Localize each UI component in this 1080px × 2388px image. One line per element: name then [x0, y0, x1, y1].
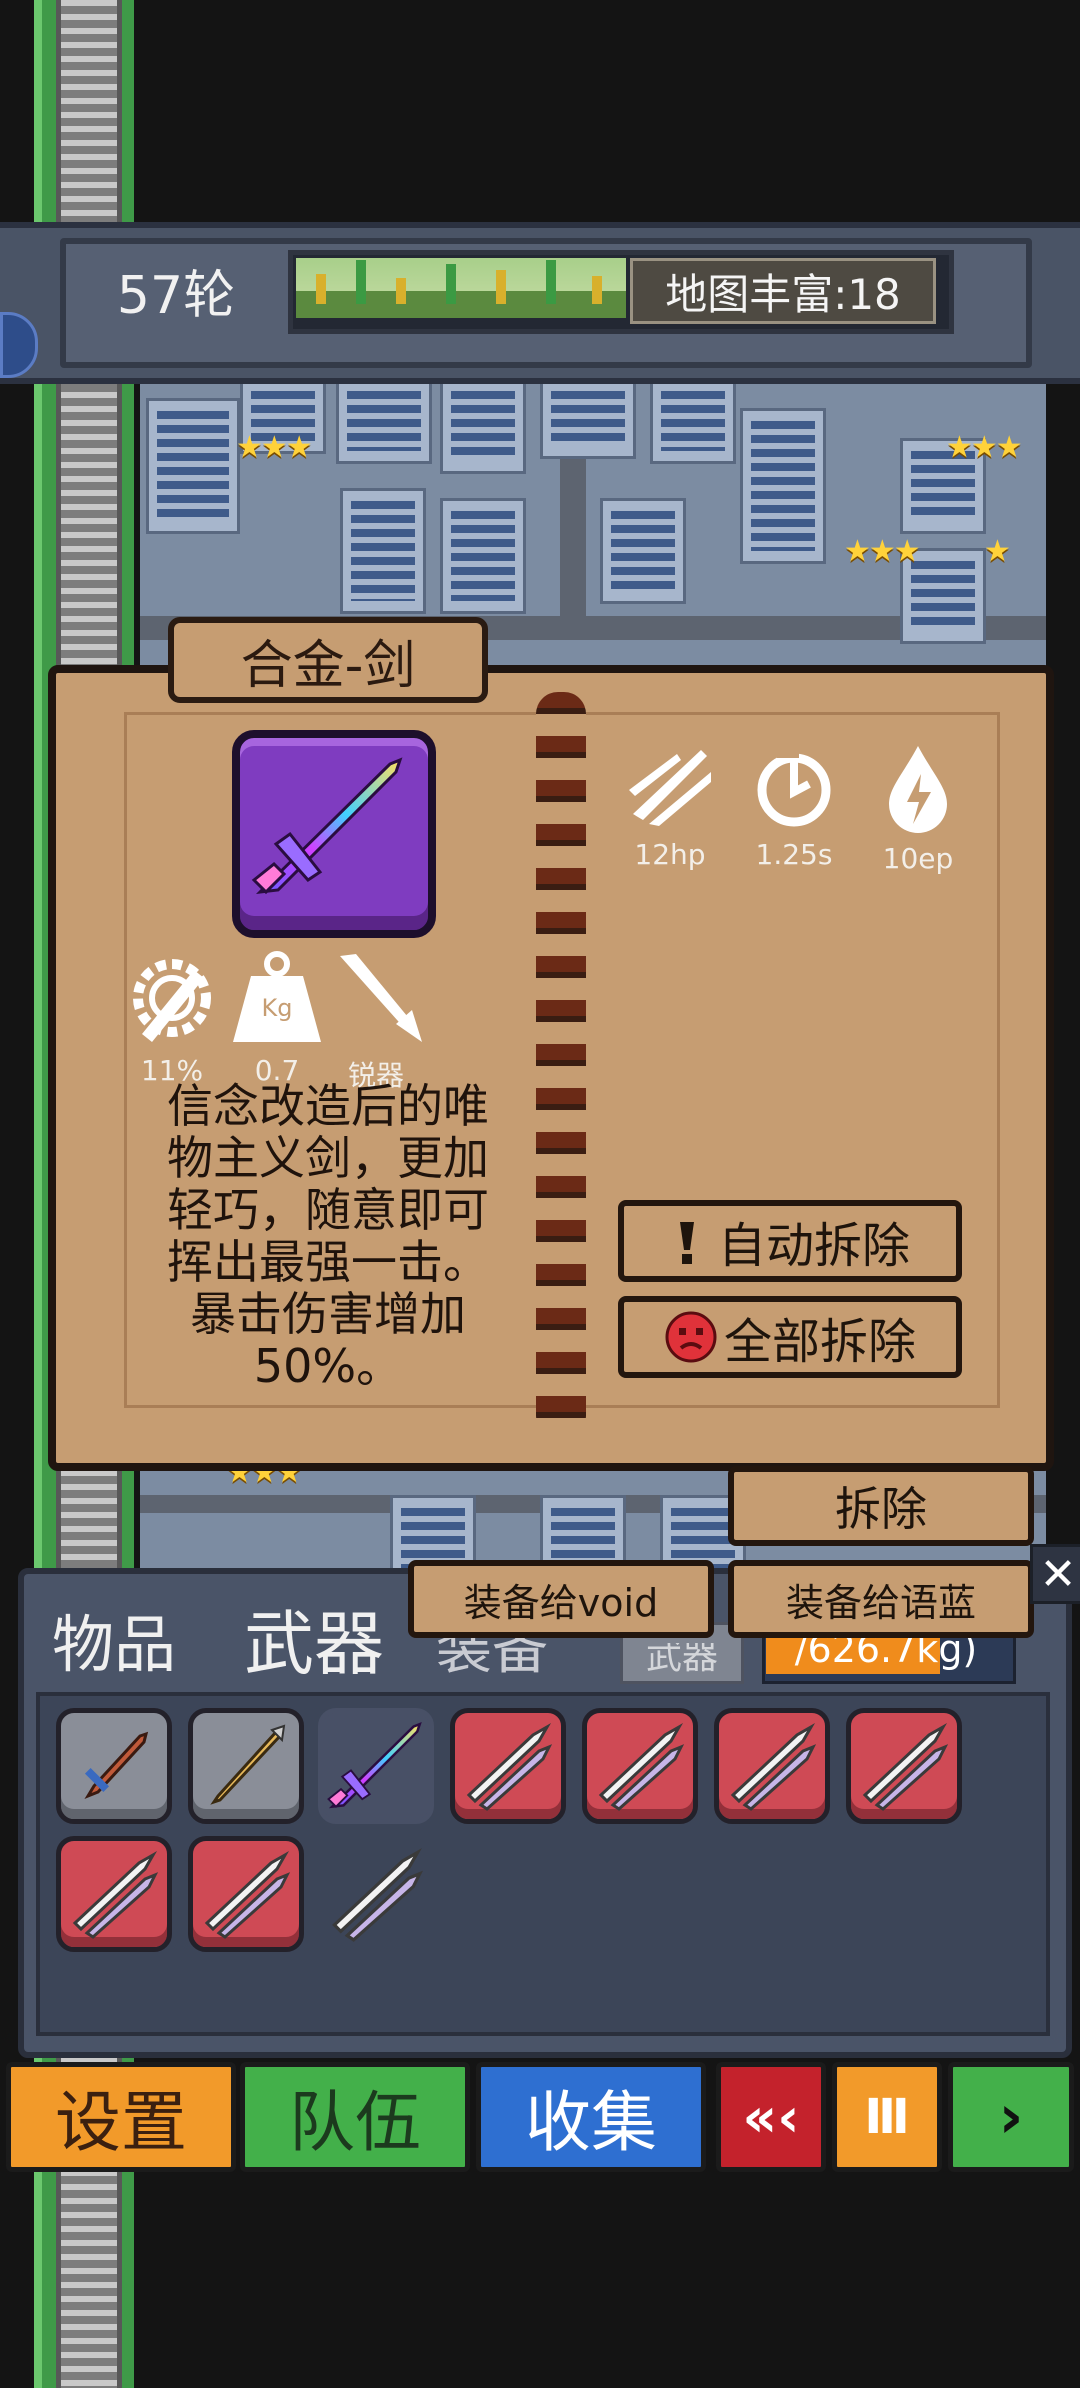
- building: [336, 378, 432, 464]
- inventory-slot[interactable]: [846, 1708, 962, 1824]
- energy-value: 10ep: [882, 842, 954, 875]
- dismantle-button[interactable]: 拆除: [728, 1466, 1034, 1546]
- double-blade-icon: [332, 1848, 424, 1942]
- type-attribute: 锐器: [316, 950, 436, 1094]
- wooden-sword-icon: [84, 1731, 149, 1800]
- inventory-slot[interactable]: [56, 1708, 172, 1824]
- close-icon[interactable]: ✕: [1030, 1544, 1080, 1604]
- item-title: 合金-剑: [168, 617, 488, 703]
- inventory-slot[interactable]: [188, 1708, 304, 1824]
- double-blade-icon: [204, 1850, 291, 1939]
- inventory-slot[interactable]: [56, 1836, 172, 1952]
- cooldown-value: 1.25s: [755, 838, 833, 871]
- building: [340, 488, 426, 614]
- inventory-slot[interactable]: [318, 1836, 434, 1952]
- inventory-slot[interactable]: [714, 1708, 830, 1824]
- tab-items[interactable]: 物品: [52, 1594, 176, 1684]
- round-counter: 57轮: [116, 265, 236, 326]
- crit-attribute: 11%: [112, 950, 232, 1087]
- alloy-sword-icon: [251, 757, 403, 895]
- rating-stars: ★★★: [844, 534, 921, 569]
- angry-face-icon: [665, 1311, 717, 1363]
- map-richness-label: 地图丰富:18: [630, 258, 936, 324]
- bank-building: [540, 378, 636, 459]
- tab-weapons[interactable]: 武器: [244, 1588, 384, 1689]
- settings-button[interactable]: 设置: [6, 2062, 236, 2172]
- equip-yulan-button[interactable]: 装备给语蓝: [728, 1560, 1034, 1638]
- description-line: 50%。: [253, 1339, 403, 1393]
- building: [600, 498, 686, 604]
- pickaxe-icon: [679, 1222, 694, 1264]
- description-line: 挥出最强一击。: [167, 1235, 489, 1289]
- double-blade-icon: [730, 1722, 817, 1811]
- play-button[interactable]: ›: [948, 2062, 1074, 2172]
- auto-dismantle-label: 自动拆除: [717, 1218, 910, 1274]
- energy-stat: 10ep: [858, 744, 978, 875]
- cooldown-icon: [757, 746, 831, 827]
- spear-icon: [210, 1724, 286, 1805]
- damage-value: 12hp: [634, 838, 706, 871]
- item-description: 信念改造后的唯 物主义剑，更加 轻巧，随意即可 挥出最强一击。 暴击伤害增加 5…: [128, 1080, 528, 1392]
- dismantle-all-button[interactable]: 全部拆除: [618, 1296, 962, 1378]
- book-spine: [536, 692, 586, 1438]
- double-blade-icon: [466, 1722, 553, 1811]
- skyline-preview: [296, 258, 626, 318]
- inventory-slot[interactable]: [188, 1836, 304, 1952]
- double-blade-icon: [72, 1850, 159, 1939]
- building: [440, 378, 526, 474]
- weight-icon-text: Kg: [261, 994, 293, 1022]
- auto-dismantle-button[interactable]: 自动拆除: [618, 1200, 962, 1282]
- building: [740, 408, 826, 564]
- description-line: 信念改造后的唯: [167, 1079, 489, 1133]
- inventory-slot-selected[interactable]: [318, 1708, 434, 1824]
- description-line: 轻巧，随意即可: [167, 1183, 489, 1237]
- building: [146, 398, 240, 534]
- dismantle-all-label: 全部拆除: [723, 1314, 916, 1370]
- equip-void-button[interactable]: 装备给void: [408, 1560, 714, 1638]
- slash-damage-icon: [629, 750, 711, 826]
- cooldown-stat: 1.25s: [734, 744, 854, 871]
- team-button[interactable]: 队伍: [240, 2062, 470, 2172]
- description-line: 暴击伤害增加: [190, 1287, 466, 1341]
- building: [440, 498, 526, 614]
- sharp-blade-icon: [340, 954, 422, 1042]
- rewind-button[interactable]: «‹: [716, 2062, 826, 2172]
- rating-stars: ★★★: [946, 430, 1023, 465]
- rating-stars: ★: [984, 534, 1011, 569]
- inventory-slot[interactable]: [582, 1708, 698, 1824]
- double-blade-icon: [598, 1722, 685, 1811]
- building: [650, 378, 736, 464]
- damage-stat: 12hp: [610, 744, 730, 871]
- pause-button[interactable]: Ⅲ: [832, 2062, 942, 2172]
- collection-button[interactable]: 收集: [476, 2062, 706, 2172]
- gear-wrench-icon: [133, 959, 211, 1042]
- alloy-sword-icon: [327, 1721, 422, 1809]
- description-line: 物主义剑，更加: [167, 1131, 489, 1185]
- rating-stars: ★★★: [236, 430, 313, 465]
- double-blade-icon: [862, 1722, 949, 1811]
- energy-drop-icon: [889, 746, 947, 833]
- inventory-slot[interactable]: [450, 1708, 566, 1824]
- road: [560, 448, 586, 628]
